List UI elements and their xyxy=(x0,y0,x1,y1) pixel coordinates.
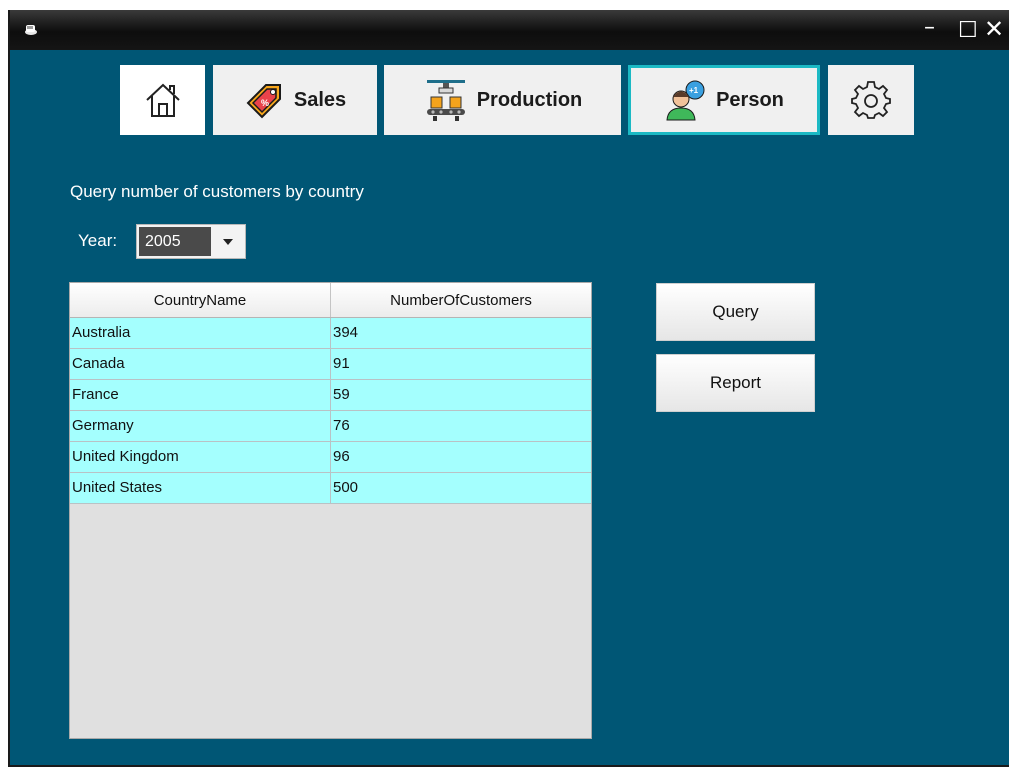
production-label: Production xyxy=(476,88,583,111)
table-row[interactable]: Germany 76 xyxy=(70,411,591,442)
home-button[interactable] xyxy=(120,65,205,135)
chevron-down-icon xyxy=(223,239,233,245)
cell-customers: 96 xyxy=(333,448,350,465)
app-window: – ☐ ✕ % Sales Production +1 Person Query… xyxy=(8,10,1009,767)
java-cup-icon xyxy=(25,25,37,35)
title-bar: – ☐ ✕ xyxy=(10,10,1009,50)
table-header: CountryName NumberOfCustomers xyxy=(70,283,591,318)
cell-customers: 394 xyxy=(333,324,359,341)
cell-country: Australia xyxy=(70,318,331,348)
cell-country: France xyxy=(70,380,331,410)
cell-customers: 76 xyxy=(333,417,350,434)
cell-country: Canada xyxy=(70,349,331,379)
column-header-countryname[interactable]: CountryName xyxy=(70,283,331,317)
production-button[interactable]: Production xyxy=(384,65,621,135)
sales-label: Sales xyxy=(293,88,347,111)
house-icon xyxy=(145,83,180,117)
gear-icon xyxy=(851,81,891,119)
table-row[interactable]: United Kingdom 96 xyxy=(70,442,591,473)
table-row[interactable]: Canada 91 xyxy=(70,349,591,380)
person-button[interactable]: +1 Person xyxy=(628,65,820,135)
person-label: Person xyxy=(716,88,784,111)
cell-customers: 91 xyxy=(333,355,350,372)
maximize-button[interactable]: ☐ xyxy=(958,18,978,42)
person-add-icon: +1 xyxy=(666,80,705,121)
cell-country: Germany xyxy=(70,411,331,441)
year-label: Year: xyxy=(78,231,118,250)
page-title: Query number of customers by country xyxy=(70,182,364,201)
price-tag-icon: % xyxy=(246,84,281,119)
table-row[interactable]: France 59 xyxy=(70,380,591,411)
minimize-button[interactable]: – xyxy=(924,16,935,40)
cell-country: United Kingdom xyxy=(70,442,331,472)
column-header-numberofcustomers[interactable]: NumberOfCustomers xyxy=(331,283,591,317)
customers-table: CountryName NumberOfCustomers Australia … xyxy=(69,282,592,739)
report-button[interactable]: Report xyxy=(656,354,815,412)
sales-button[interactable]: % Sales xyxy=(213,65,377,135)
settings-button[interactable] xyxy=(828,65,914,135)
svg-text:+1: +1 xyxy=(689,86,699,95)
factory-conveyor-icon xyxy=(426,80,465,121)
cell-customers: 500 xyxy=(333,479,359,496)
query-button[interactable]: Query xyxy=(656,283,815,341)
cell-country: United States xyxy=(70,473,331,503)
table-row[interactable]: United States 500 xyxy=(70,473,591,504)
svg-text:%: % xyxy=(261,98,269,108)
year-dropdown[interactable]: 2005 xyxy=(136,224,246,259)
year-value: 2005 xyxy=(139,227,211,256)
close-button[interactable]: ✕ xyxy=(984,18,1004,42)
table-row[interactable]: Australia 394 xyxy=(70,318,591,349)
cell-customers: 59 xyxy=(333,386,350,403)
